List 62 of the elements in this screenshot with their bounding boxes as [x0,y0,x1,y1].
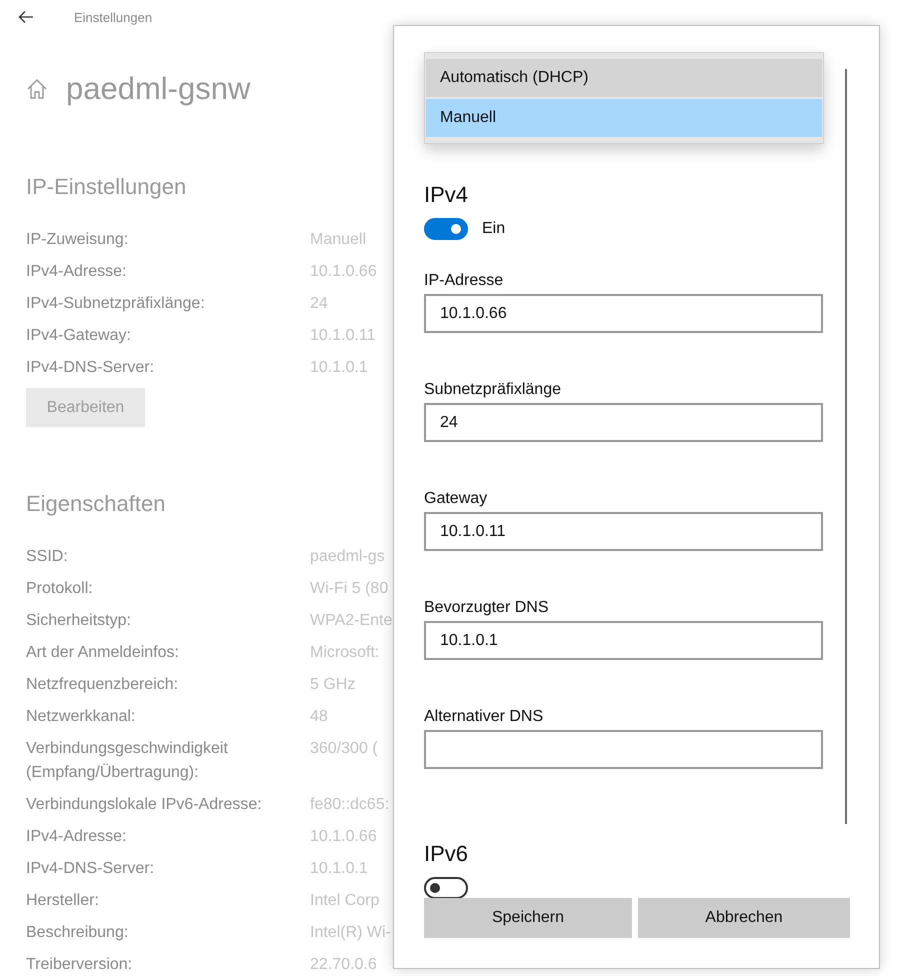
section-heading: Eigenschaften [26,491,166,518]
field-label: Gateway [424,489,488,509]
dropdown-option[interactable]: Manuell [426,99,822,137]
page-title: paedml-gsnw [66,71,250,107]
field-label: Alternativer DNS [424,707,544,727]
property-value: fe80::dc65: [310,795,390,815]
property-label: Art der Anmeldeinfos: [26,643,179,663]
cancel-button[interactable]: Abbrechen [638,898,850,938]
property-value: Wi-Fi 5 (80 [310,579,388,599]
property-value: 10.1.0.1 [310,358,368,378]
field-label: IP-Adresse [424,271,504,291]
property-value: Manuell [310,230,366,250]
property-label: IPv4-Adresse: [26,827,126,847]
property-label: IPv4-DNS-Server: [26,859,154,879]
toggle-switch[interactable] [424,218,468,240]
section-heading: IPv6 [424,840,470,868]
section-heading: IP-Einstellungen [26,174,186,201]
property-label: Verbindungsgeschwindigkeit (Empfang/Übertragung): [26,739,229,783]
property-value: 10.1.0.66 [310,262,377,282]
property-label: IP-Zuweisung: [26,230,128,250]
property-label: IPv4-DNS-Server: [26,358,154,378]
property-label: Beschreibung: [26,923,128,943]
property-value: 24 [310,294,328,314]
input-field[interactable]: 10.1.0.66 [424,294,823,333]
field-label: Subnetzpräfixlänge [424,380,562,400]
field-label: Bevorzugter DNS [424,598,550,618]
property-label: IPv4-Subnetzpräfixlänge: [26,294,205,314]
input-field[interactable]: 24 [424,403,823,442]
property-label: Netzwerkkanal: [26,707,136,727]
property-value: Intel Corp [310,891,380,911]
property-label: Hersteller: [26,891,99,911]
home-icon[interactable] [26,78,48,100]
property-value: paedml-gs [310,547,385,567]
dropdown-option[interactable]: Automatisch (DHCP) [426,59,822,97]
property-label: Sicherheitstyp: [26,611,131,631]
property-label: IPv4-Adresse: [26,262,126,282]
property-label: Verbindungslokale IPv6-Adresse: [26,795,262,815]
property-label: IPv4-Gateway: [26,326,131,346]
property-value: 10.1.0.1 [310,859,368,879]
property-label: Protokoll: [26,579,93,599]
back-icon[interactable] [18,10,34,24]
property-value: 10.1.0.11 [310,326,376,346]
section-heading: IPv4 [424,181,470,209]
property-value: 22.70.0.6 [310,955,377,975]
property-value: Intel(R) Wi- [310,923,391,943]
toggle-label: Ein [482,220,506,238]
property-value: Microsoft: [310,643,380,663]
toggle-switch[interactable] [424,877,468,899]
property-value: 360/300 ( [310,739,378,759]
property-value: 5 GHz [310,675,356,695]
window-title: Einstellungen [74,10,152,24]
scrollbar[interactable] [845,69,847,824]
input-field[interactable] [424,730,823,769]
property-label: Treiberversion: [26,955,132,975]
property-value: 48 [310,707,328,727]
property-value: 10.1.0.66 [310,827,377,847]
save-button[interactable]: Speichern [424,898,632,938]
property-label: Netzfrequenzbereich: [26,675,178,695]
property-value: WPA2-Ente [310,611,392,631]
input-field[interactable]: 10.1.0.11 [424,512,823,551]
input-field[interactable]: 10.1.0.1 [424,621,823,660]
property-label: SSID: [26,547,68,567]
